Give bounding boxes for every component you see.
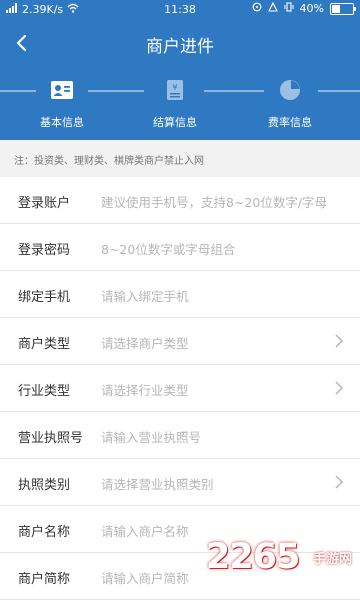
pie-chart-icon — [280, 80, 300, 100]
business-license-field[interactable]: 营业执照号 请输入营业执照号 — [0, 412, 360, 459]
field-label: 绑定手机 — [18, 290, 71, 305]
industry-type-value[interactable]: 请选择行业类型 — [101, 380, 356, 399]
login-password-input[interactable]: 8~20位数字或字母组合 — [101, 239, 356, 258]
notice-text: 注：投资类、理财类、棋牌类商户禁止入网 — [14, 156, 204, 167]
step-label: 基本信息 — [40, 116, 84, 129]
step-label: 结算信息 — [153, 116, 197, 129]
battery-level: 40% — [299, 2, 324, 15]
progress-steps: 基本信息 ¥ 结算信息 费率信息 — [0, 74, 360, 130]
alarm-icon — [267, 1, 278, 15]
login-password-field[interactable]: 登录密码 8~20位数字或字母组合 — [0, 224, 360, 271]
step-basic-info[interactable]: 基本信息 — [17, 74, 107, 130]
id-card-icon — [51, 81, 73, 99]
yen-document-icon: ¥ — [167, 80, 183, 100]
merchant-type-select[interactable]: 商户类型 请选择商户类型 — [0, 318, 360, 365]
watermark-number: 2265 — [206, 537, 300, 577]
site-watermark: 2265 手游网 — [206, 531, 354, 577]
field-label: 登录账户 — [18, 196, 71, 211]
vibrate-icon — [284, 2, 294, 15]
bind-phone-field[interactable]: 绑定手机 请输入绑定手机 — [0, 271, 360, 318]
battery-icon — [330, 2, 356, 15]
field-label: 登录密码 — [18, 243, 71, 258]
license-category-select[interactable]: 执照类别 请选择营业执照类别 — [0, 459, 360, 506]
notice-bar: 注：投资类、理财类、棋牌类商户禁止入网 — [0, 140, 360, 177]
license-category-value[interactable]: 请选择营业执照类别 — [101, 474, 356, 493]
field-label: 执照类别 — [18, 478, 71, 493]
industry-type-select[interactable]: 行业类型 请选择行业类型 — [0, 365, 360, 412]
login-account-input[interactable]: 建议使用手机号，支持8~20位数字/字母 — [101, 192, 356, 211]
step-label: 费率信息 — [268, 116, 312, 129]
watermark-suffix: 手游网 — [312, 552, 352, 567]
field-label: 商户名称 — [18, 525, 71, 540]
bind-phone-input[interactable]: 请输入绑定手机 — [101, 286, 356, 305]
page-title: 商户进件 — [146, 37, 214, 57]
chevron-right-icon — [335, 475, 344, 489]
header-bar: 2.39K/s 11:38 40% 商户进件 基本信息 ¥ 结算信息 费率信息 — [0, 0, 360, 140]
field-label: 商户类型 — [18, 337, 71, 352]
field-label: 商户简称 — [18, 572, 71, 587]
step-rate-info[interactable]: 费率信息 — [245, 74, 335, 130]
step-settlement-info[interactable]: ¥ 结算信息 — [130, 74, 220, 130]
merchant-type-value[interactable]: 请选择商户类型 — [101, 333, 356, 352]
nav-bar: 商户进件 — [0, 24, 360, 62]
field-label: 行业类型 — [18, 384, 71, 399]
chevron-right-icon — [335, 334, 344, 348]
sync-icon — [252, 2, 262, 15]
chevron-right-icon — [335, 381, 344, 395]
login-account-field[interactable]: 登录账户 建议使用手机号，支持8~20位数字/字母 — [0, 177, 360, 224]
field-label: 营业执照号 — [18, 431, 84, 446]
svg-text:¥: ¥ — [172, 83, 177, 92]
status-bar: 2.39K/s 11:38 40% — [0, 0, 360, 18]
business-license-input[interactable]: 请输入营业执照号 — [101, 427, 356, 446]
